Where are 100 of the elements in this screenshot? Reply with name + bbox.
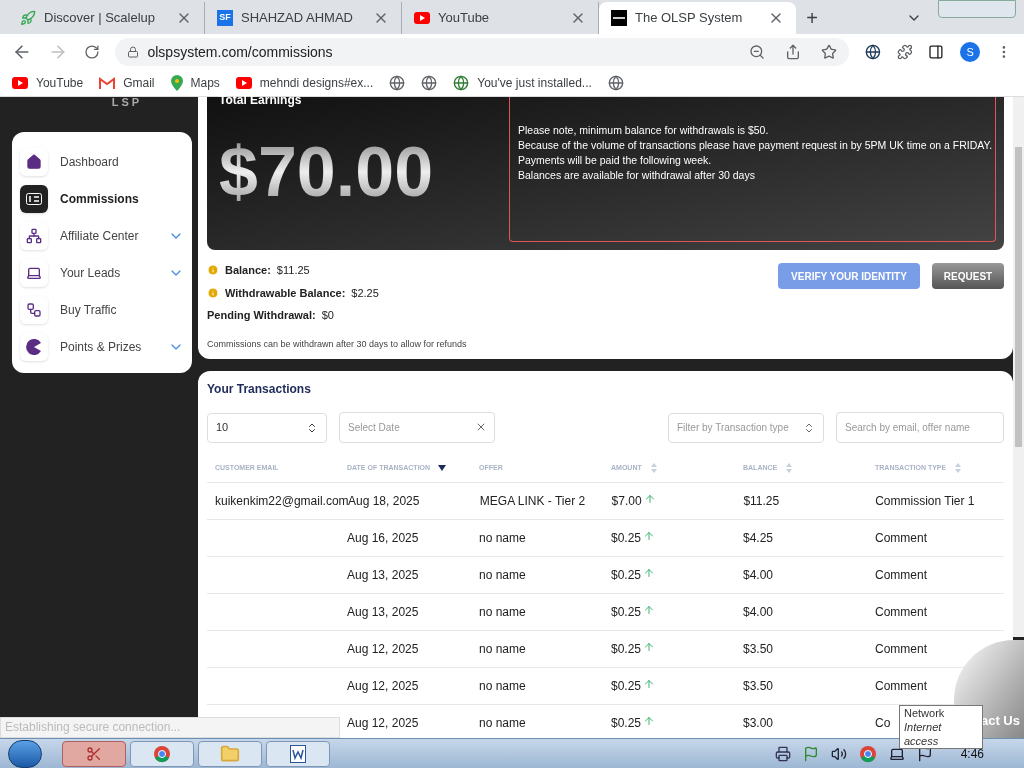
sort-descending-icon[interactable] bbox=[438, 465, 447, 472]
table-cell: kuikenkim22@gmail.com bbox=[215, 493, 349, 508]
printer-icon[interactable] bbox=[774, 745, 791, 762]
sidebar-item[interactable]: Affiliate Center bbox=[12, 222, 192, 250]
bookmark[interactable] bbox=[421, 75, 438, 91]
table-cell: no name bbox=[479, 567, 526, 582]
sidebar-item[interactable]: Commissions bbox=[12, 185, 192, 213]
notice-text: Balances are available for withdrawal after 30 days bbox=[518, 168, 756, 183]
logo-icon bbox=[611, 10, 627, 26]
hierarchy-icon bbox=[26, 302, 42, 318]
scrollbar[interactable] bbox=[1013, 97, 1024, 637]
address-field[interactable]: olspsystem.com/commissions bbox=[115, 38, 849, 66]
table-cell: $3.50 bbox=[743, 678, 774, 693]
table-cell-text: $0.25 bbox=[611, 566, 642, 584]
reload-icon[interactable] bbox=[83, 44, 100, 60]
balance-note: Commissions can be withdrawn after 30 days to allow for refunds bbox=[207, 337, 468, 351]
globe-icon bbox=[421, 75, 438, 91]
page-size-select[interactable]: 10 bbox=[207, 412, 327, 443]
clear-icon[interactable] bbox=[475, 421, 487, 433]
laptop-icon bbox=[26, 265, 42, 281]
taskbar-app[interactable] bbox=[62, 740, 126, 767]
globe-icon bbox=[607, 75, 624, 91]
chrome-icon bbox=[153, 744, 171, 763]
tab-title: Discover | Scalelup bbox=[44, 9, 157, 28]
action-button[interactable]: REQUEST bbox=[932, 263, 1004, 289]
table-cell: Aug 18, 2025 bbox=[348, 493, 420, 508]
table-cell: no name bbox=[479, 678, 526, 693]
balance-value: $11.25 bbox=[276, 263, 310, 278]
home-icon bbox=[26, 154, 42, 170]
balance-label: Pending Withdrawal: bbox=[207, 308, 316, 323]
globe-icon bbox=[389, 75, 406, 91]
table-cell: Aug 12, 2025 bbox=[347, 715, 419, 730]
start-button[interactable] bbox=[8, 739, 42, 768]
sidebar-item[interactable]: Your Leads bbox=[12, 259, 192, 287]
document-icon bbox=[290, 744, 306, 763]
side-panel-icon[interactable] bbox=[928, 44, 945, 60]
updown-icon bbox=[803, 421, 815, 434]
play-icon bbox=[414, 12, 430, 24]
globe-icon[interactable] bbox=[864, 44, 881, 60]
date-field[interactable]: Select Date bbox=[339, 412, 495, 443]
table-cell: $4.00 bbox=[743, 604, 774, 619]
table-cell-text: $0.25 bbox=[611, 603, 642, 621]
bookmark[interactable] bbox=[389, 75, 406, 91]
pacman-icon bbox=[26, 339, 42, 355]
table-cell-text: $0.25 bbox=[611, 640, 642, 658]
bookmark[interactable]: Maps bbox=[170, 74, 220, 92]
bookmark[interactable]: mehndi designs#ex... bbox=[235, 74, 374, 92]
balance-label: Balance: bbox=[225, 263, 271, 278]
bookmark[interactable]: Gmail bbox=[99, 74, 155, 92]
notice-text: Payments will be paid the following week. bbox=[518, 153, 713, 168]
table-cell-text: $7.00 bbox=[611, 492, 642, 510]
sidebar-item[interactable]: Points & Prizes bbox=[12, 333, 192, 361]
search-field[interactable]: Search by email, offer name bbox=[836, 412, 1004, 443]
table-cell: $11.25 bbox=[743, 493, 780, 508]
speaker-icon[interactable] bbox=[830, 745, 847, 762]
table-cell: Aug 12, 2025 bbox=[347, 678, 419, 693]
share-icon[interactable] bbox=[784, 44, 801, 60]
url-text: olspsystem.com/commissions bbox=[147, 42, 334, 62]
folder-icon bbox=[220, 743, 240, 764]
table-cell: no name bbox=[479, 530, 526, 545]
mail-icon bbox=[99, 77, 116, 89]
table-cell-text: $0.25 bbox=[611, 714, 642, 732]
table-cell: Comment bbox=[875, 567, 927, 582]
table-cell: no name bbox=[479, 641, 526, 656]
table-cell: Aug 16, 2025 bbox=[347, 530, 419, 545]
tooltip: Network Internet access bbox=[899, 705, 983, 749]
table-cell: Comment bbox=[875, 641, 927, 656]
table-cell: $4.00 bbox=[743, 567, 774, 582]
bookmark[interactable] bbox=[607, 75, 624, 91]
table-cell: Comment bbox=[875, 678, 927, 693]
extensions-icon[interactable] bbox=[896, 44, 913, 60]
profile-avatar[interactable]: S bbox=[960, 42, 981, 62]
table-cell: no name bbox=[479, 715, 526, 730]
table-cell-text: $0.25 bbox=[611, 529, 642, 547]
star-icon[interactable] bbox=[820, 44, 837, 60]
browser-tab[interactable]: The OLSP System bbox=[599, 2, 796, 34]
notice-text: Because of the volume of transactions please have payment request in by 5PM UK time on a FRIDAY. bbox=[518, 138, 994, 153]
tab-favicon: SF bbox=[217, 10, 233, 26]
taskbar-app[interactable] bbox=[130, 740, 194, 767]
tab-title: The OLSP System bbox=[635, 9, 744, 28]
sidebar-item[interactable]: Dashboard bbox=[12, 148, 192, 176]
status-bubble: Establishing secure connection... bbox=[0, 717, 340, 738]
table-cell: Co bbox=[875, 715, 891, 730]
banknote-icon bbox=[26, 193, 42, 205]
table-cell: Comment bbox=[875, 530, 927, 545]
table-cell: Commission Tier 1 bbox=[875, 493, 975, 508]
scissors-icon bbox=[86, 745, 102, 762]
zoom-out-icon[interactable] bbox=[748, 44, 765, 60]
bookmark[interactable]: You've just installed... bbox=[453, 74, 592, 92]
table-cell: $4.25 bbox=[743, 530, 774, 545]
tab-title: SHAHZAD AHMAD bbox=[241, 9, 354, 28]
new-tab-button[interactable]: + bbox=[796, 2, 828, 34]
taskbar-app[interactable] bbox=[266, 740, 330, 767]
sidebar-item[interactable]: Buy Traffic bbox=[12, 296, 192, 324]
table-cell: $3.50 bbox=[743, 641, 774, 656]
balance-value: $0 bbox=[321, 308, 334, 323]
table-cell: no name bbox=[479, 604, 526, 619]
bookmark[interactable]: YouTube bbox=[12, 74, 84, 92]
notice-text: Please note, minimum balance for withdrawals is $50. bbox=[518, 123, 770, 138]
balance-label: Withdrawable Balance: bbox=[225, 285, 346, 301]
